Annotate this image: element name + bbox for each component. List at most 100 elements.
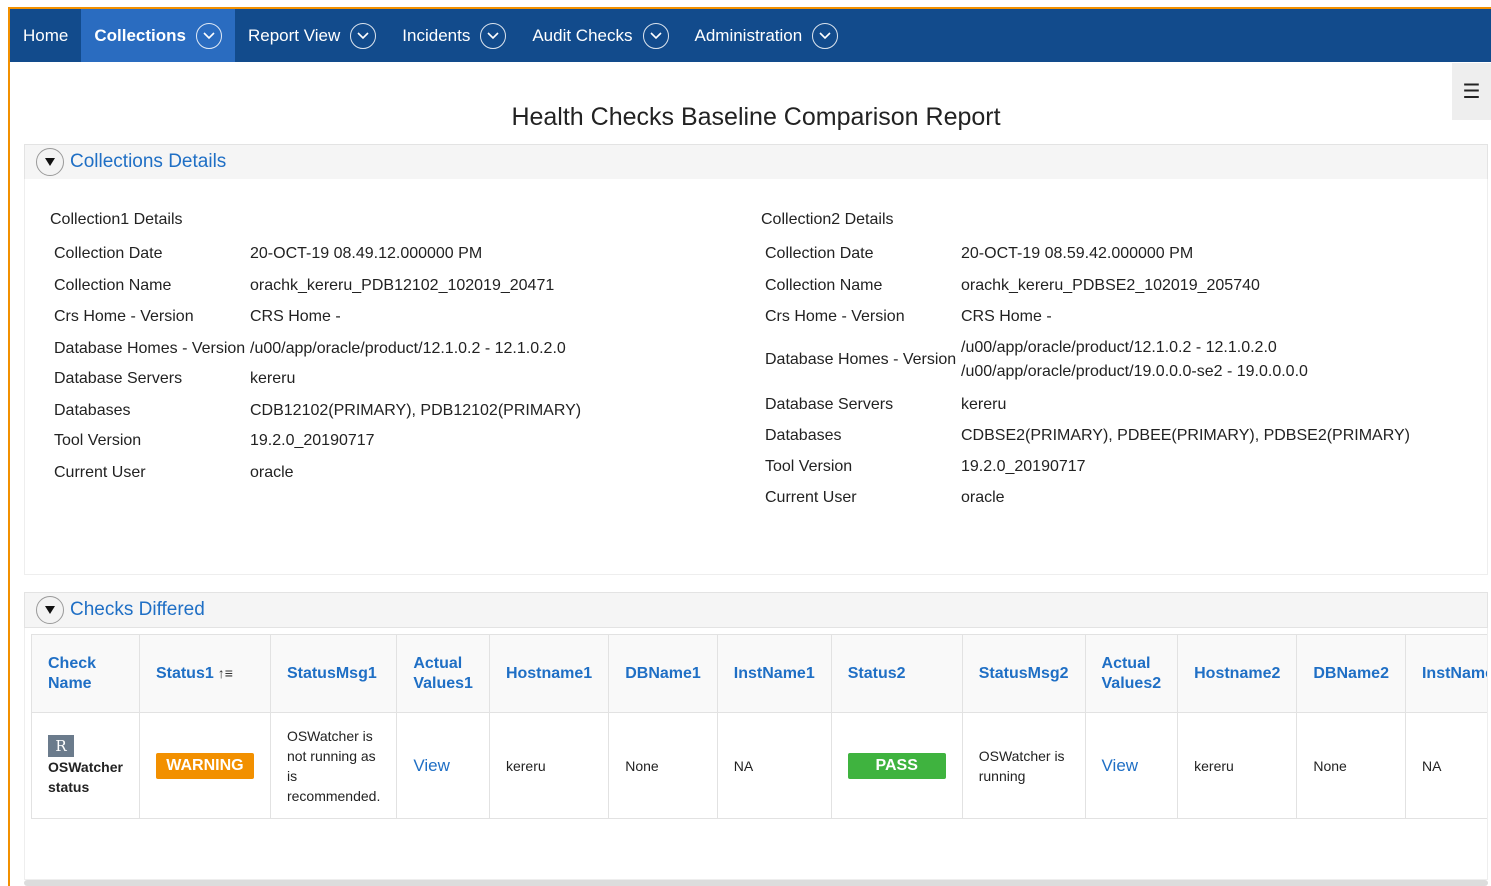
detail-value: 19.2.0_20190717 bbox=[961, 458, 1086, 475]
cell-dbname2: None bbox=[1296, 712, 1406, 819]
detail-label: Collection Name bbox=[54, 277, 172, 294]
collections-details-title: Collections Details bbox=[70, 151, 227, 172]
c1-row-collection-name: Collection Name orachk_kereru_PDB12102_1… bbox=[54, 277, 554, 295]
collapse-toggle-icon[interactable] bbox=[36, 596, 64, 624]
check-name-text: OSWatcher status bbox=[48, 758, 123, 795]
detail-label: Tool Version bbox=[54, 432, 142, 449]
detail-value: kereru bbox=[250, 370, 296, 387]
col-header-dbname2[interactable]: DBName2 bbox=[1296, 634, 1406, 713]
detail-value: 20-OCT-19 08.49.12.000000 PM bbox=[250, 245, 483, 262]
chevron-down-icon[interactable] bbox=[195, 22, 222, 49]
detail-label: Database Homes - Version bbox=[54, 340, 246, 357]
c2-row-current-user: Current User oracle bbox=[765, 489, 1005, 507]
cell-actual-values2: View bbox=[1084, 712, 1179, 819]
col-header-statusmsg1[interactable]: StatusMsg1 bbox=[269, 634, 398, 713]
c1-row-databases: Databases CDB12102(PRIMARY), PDB12102(PR… bbox=[54, 402, 581, 420]
detail-value-line: /u00/app/oracle/product/12.1.0.2 - 12.1.… bbox=[961, 339, 1277, 356]
chevron-down-icon[interactable] bbox=[350, 22, 377, 49]
col-header-actual-values2[interactable]: Actual Values2 bbox=[1084, 634, 1179, 713]
table-header-row: Check Name Status1 ↑≡ StatusMsg1 Actual V… bbox=[31, 634, 1487, 713]
nav-incidents[interactable]: Incidents bbox=[389, 9, 519, 62]
nav-report-view[interactable]: Report View bbox=[235, 9, 389, 62]
cell-hostname2: kereru bbox=[1177, 712, 1298, 819]
sort-ascending-icon[interactable]: ↑≡ bbox=[218, 665, 233, 681]
col-header-actual-values1[interactable]: Actual Values1 bbox=[396, 634, 490, 713]
checks-differed-title: Checks Differed bbox=[70, 599, 205, 620]
detail-label: Database Servers bbox=[765, 396, 894, 413]
checks-differed-table: Check Name Status1 ↑≡ StatusMsg1 Actual V… bbox=[31, 634, 1487, 819]
cell-actual-values1: View bbox=[396, 712, 490, 819]
c2-row-databases: Databases CDBSE2(PRIMARY), PDBEE(PRIMARY… bbox=[765, 427, 1410, 445]
c2-row-collection-name: Collection Name orachk_kereru_PDBSE2_102… bbox=[765, 277, 1260, 295]
col-header-instname1[interactable]: InstName1 bbox=[716, 634, 832, 713]
col-header-label: Status1 bbox=[155, 665, 214, 682]
col-header-status2[interactable]: Status2 bbox=[830, 634, 963, 713]
chevron-down-icon[interactable] bbox=[480, 22, 507, 49]
detail-value-line: /u00/app/oracle/product/19.0.0.0-se2 - 1… bbox=[961, 363, 1308, 380]
detail-value: orachk_kereru_PDBSE2_102019_205740 bbox=[961, 277, 1260, 294]
chevron-down-icon[interactable] bbox=[642, 22, 669, 49]
cell-hostname1: kereru bbox=[488, 712, 610, 819]
col-header-check-name[interactable]: Check Name bbox=[31, 634, 140, 713]
c2-row-tool-version: Tool Version 19.2.0_20190717 bbox=[765, 458, 1086, 476]
top-margin bbox=[0, 0, 1491, 7]
cell-statusmsg2: OSWatcher is running bbox=[961, 712, 1086, 819]
horizontal-scrollbar[interactable] bbox=[24, 880, 1488, 886]
cell-instname2: NA bbox=[1404, 712, 1487, 819]
focus-border-left bbox=[8, 7, 10, 886]
nav-collections[interactable]: Collections bbox=[81, 9, 235, 62]
detail-label: Databases bbox=[765, 427, 842, 444]
c2-row-collection-date: Collection Date 20-OCT-19 08.59.42.00000… bbox=[765, 245, 1193, 263]
c1-row-tool-version: Tool Version 19.2.0_20190717 bbox=[54, 432, 375, 450]
cell-dbname1: None bbox=[608, 712, 718, 819]
detail-value: CRS Home - bbox=[250, 308, 341, 325]
c1-row-database-homes: Database Homes - Version /u00/app/oracle… bbox=[54, 340, 566, 358]
col-header-hostname1[interactable]: Hostname1 bbox=[488, 634, 610, 713]
detail-value: kereru bbox=[961, 396, 1007, 413]
nav-audit-checks[interactable]: Audit Checks bbox=[519, 9, 681, 62]
nav-administration[interactable]: Administration bbox=[682, 9, 852, 62]
checks-differed-header[interactable]: Checks Differed bbox=[24, 592, 1488, 628]
detail-label: Crs Home - Version bbox=[54, 308, 194, 325]
c1-row-current-user: Current User oracle bbox=[54, 464, 294, 482]
c1-row-database-servers: Database Servers kereru bbox=[54, 370, 295, 388]
c2-row-database-homes: Database Homes - Version /u00/app/oracle… bbox=[765, 336, 1308, 384]
detail-label: Collection Name bbox=[765, 277, 883, 294]
nav-audit-checks-label: Audit Checks bbox=[532, 25, 633, 45]
view-actual-values1-link[interactable]: View bbox=[413, 756, 450, 775]
detail-value: 19.2.0_20190717 bbox=[250, 432, 375, 449]
detail-value: CDB12102(PRIMARY), PDB12102(PRIMARY) bbox=[250, 402, 582, 419]
detail-value: /u00/app/oracle/product/12.1.0.2 - 12.1.… bbox=[961, 336, 1308, 384]
detail-value: 20-OCT-19 08.59.42.000000 PM bbox=[961, 245, 1194, 262]
detail-label: Tool Version bbox=[765, 458, 853, 475]
chevron-down-icon[interactable] bbox=[812, 22, 839, 49]
cell-instname1: NA bbox=[716, 712, 832, 819]
cell-check-name: ROSWatcher status bbox=[31, 712, 140, 819]
detail-label: Current User bbox=[765, 489, 857, 506]
col-header-instname2[interactable]: InstName2 bbox=[1404, 634, 1487, 713]
col-header-status1[interactable]: Status1 ↑≡ bbox=[138, 634, 271, 713]
c2-row-database-servers: Database Servers kereru bbox=[765, 396, 1006, 414]
detail-label: Crs Home - Version bbox=[765, 308, 905, 325]
detail-label: Collection Date bbox=[765, 245, 874, 262]
col-header-hostname2[interactable]: Hostname2 bbox=[1177, 634, 1298, 713]
view-actual-values2-link[interactable]: View bbox=[1102, 756, 1139, 775]
status-badge-pass: PASS bbox=[847, 752, 946, 779]
collections-details-panel: Collection1 Details Collection Date 20-O… bbox=[24, 179, 1488, 575]
page-title: Health Checks Baseline Comparison Report bbox=[511, 103, 1001, 131]
cell-statusmsg1: OSWatcher is not running as is recommend… bbox=[269, 712, 398, 819]
collection2-heading: Collection2 Details bbox=[761, 211, 894, 228]
collections-details-header[interactable]: Collections Details bbox=[24, 144, 1488, 180]
nav-home[interactable]: Home bbox=[10, 9, 81, 62]
col-header-dbname1[interactable]: DBName1 bbox=[608, 634, 718, 713]
nav-home-label: Home bbox=[23, 25, 69, 45]
col-header-statusmsg2[interactable]: StatusMsg2 bbox=[961, 634, 1086, 713]
c1-row-collection-date: Collection Date 20-OCT-19 08.49.12.00000… bbox=[54, 245, 482, 263]
detail-value: CRS Home - bbox=[961, 308, 1052, 325]
nav-administration-label: Administration bbox=[694, 25, 803, 45]
detail-label: Database Homes - Version bbox=[765, 351, 957, 368]
collapse-toggle-icon[interactable] bbox=[36, 148, 64, 176]
top-navbar: Home Collections Report View Incidents A… bbox=[10, 9, 1491, 62]
detail-value: orachk_kereru_PDB12102_102019_20471 bbox=[250, 277, 555, 294]
check-type-icon: R bbox=[48, 734, 74, 757]
